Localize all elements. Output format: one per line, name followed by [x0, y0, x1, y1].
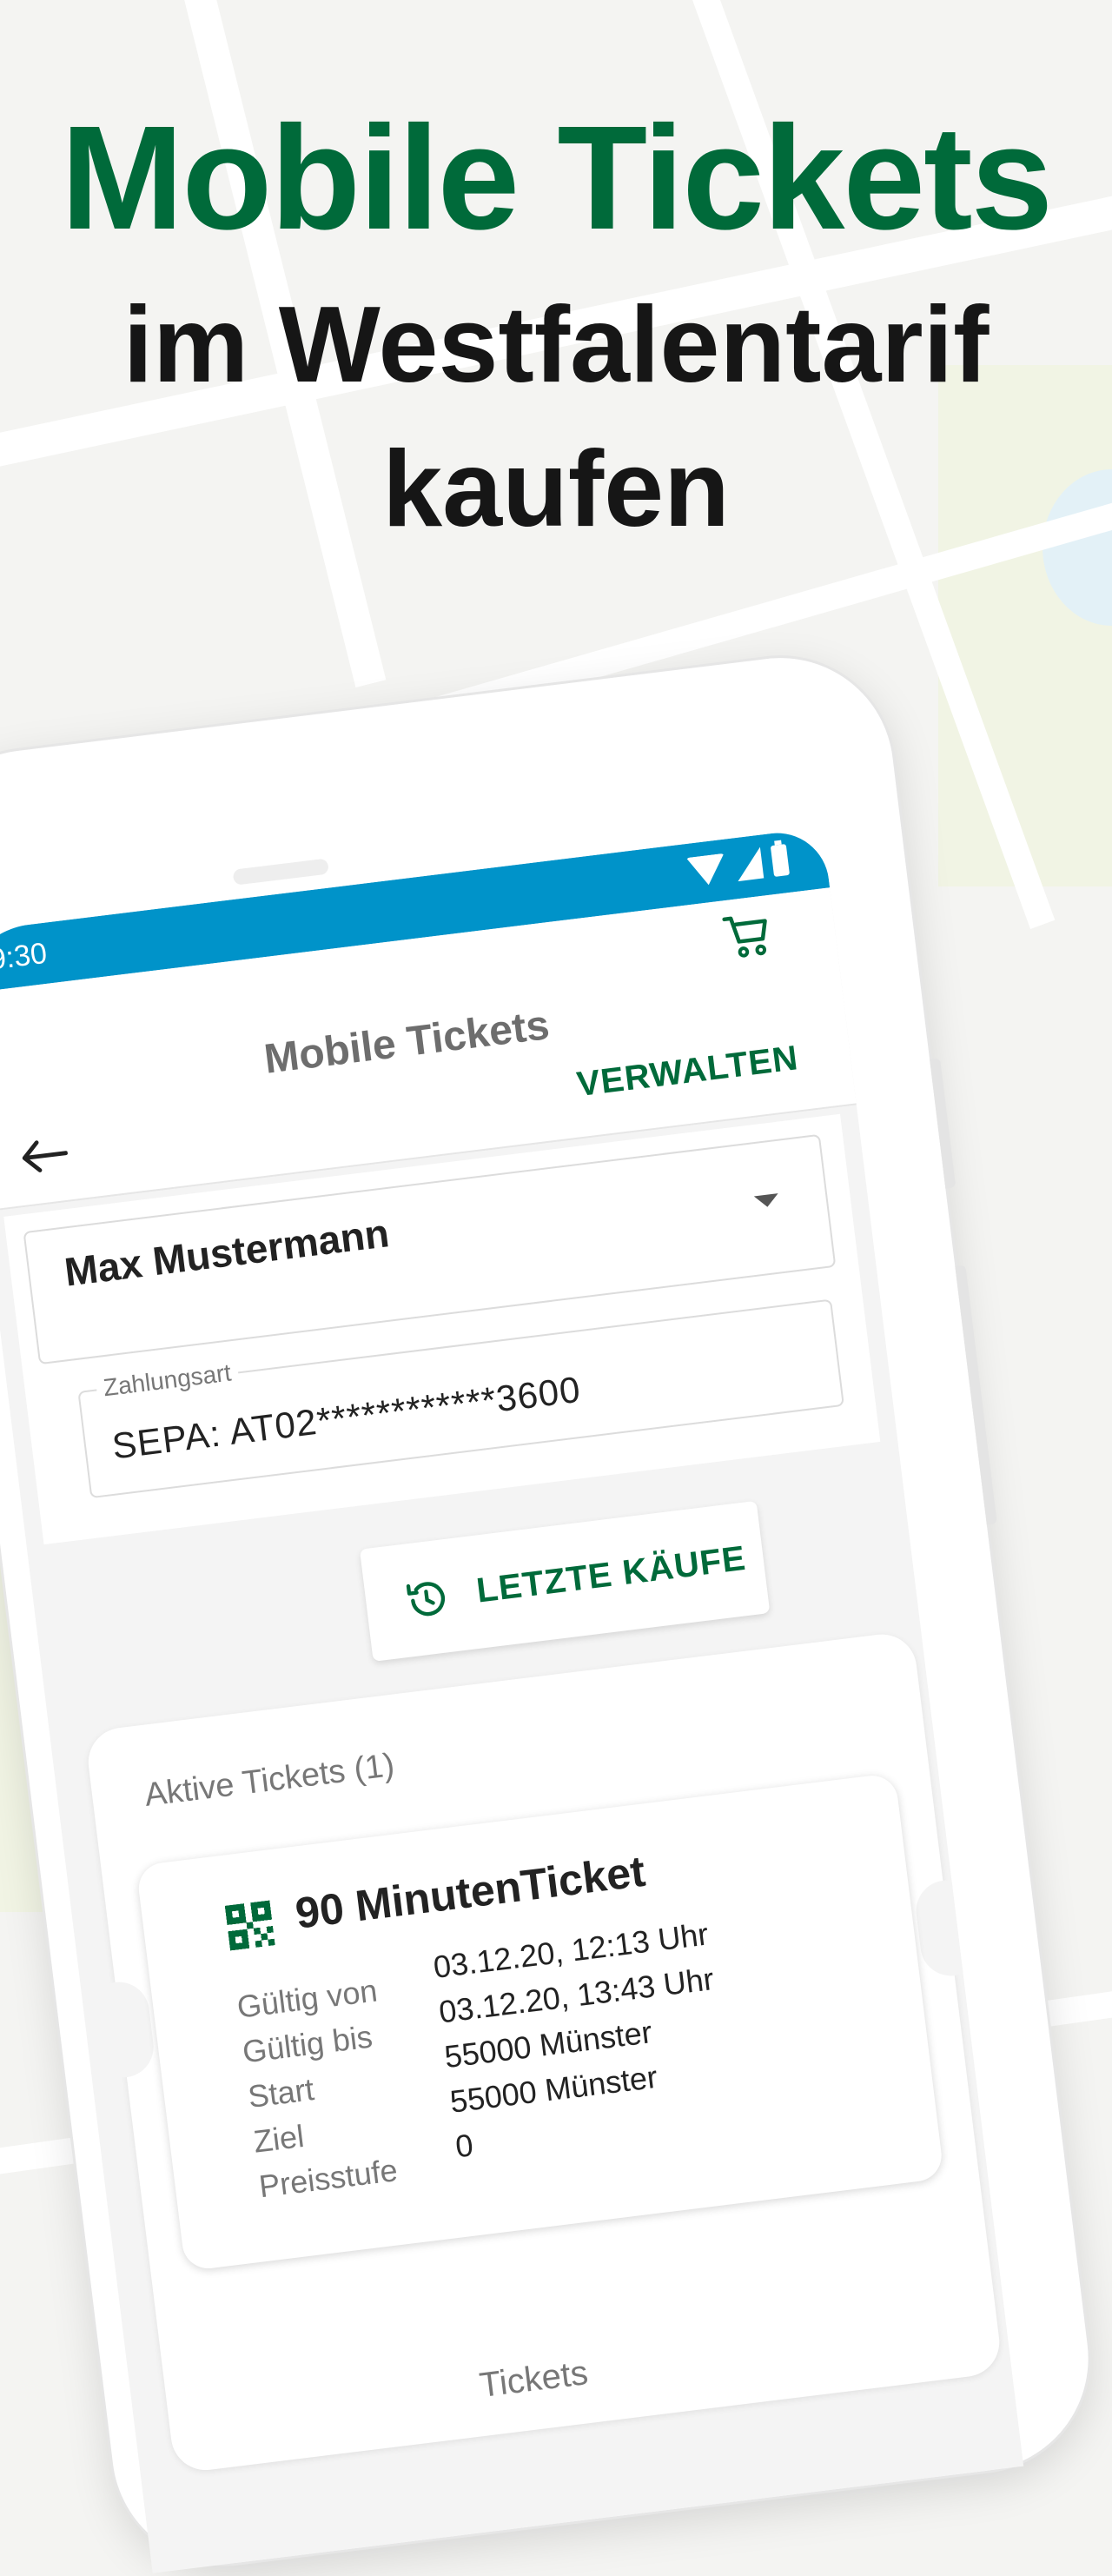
- ticket-notch: [84, 1978, 157, 2081]
- signal-icon: [734, 846, 764, 882]
- ticket-notch: [912, 1876, 985, 1980]
- app-screen: 9:30 Mobile Tickets VERWALTEN Max Muster…: [0, 827, 1024, 2573]
- last-purchases-label: LETZTE KÄUFE: [474, 1538, 749, 1610]
- wifi-icon: [685, 853, 728, 887]
- qr-code-icon: [224, 1900, 275, 1951]
- last-purchases-button[interactable]: LETZTE KÄUFE: [359, 1500, 771, 1662]
- hero-title: Mobile Tickets: [60, 96, 1053, 261]
- status-icons: [685, 844, 791, 887]
- tickets-section-label: Tickets: [477, 2354, 591, 2406]
- payment-method-label: Zahlungsart: [95, 1358, 240, 1404]
- user-name: Max Mustermann: [62, 1210, 392, 1295]
- manage-button[interactable]: VERWALTEN: [575, 1039, 801, 1105]
- status-time: 9:30: [0, 936, 50, 977]
- back-arrow-icon[interactable]: [17, 1136, 70, 1177]
- ticket-card[interactable]: 90 MinutenTicket Gültig von Gültig bis S…: [136, 1772, 945, 2272]
- ticket-field-labels: Gültig von Gültig bis Start Ziel Preisst…: [235, 1968, 402, 2209]
- hero-headline: Mobile Tickets im Westfalentarif kaufen: [0, 96, 1112, 561]
- dropdown-arrow-icon: [753, 1193, 780, 1209]
- active-tickets-header: Aktive Tickets (1): [142, 1747, 397, 1814]
- battery-icon: [770, 844, 791, 877]
- app-title: Mobile Tickets: [261, 1002, 553, 1083]
- cart-icon[interactable]: [719, 907, 778, 966]
- hero-subtitle-line2: kaufen: [382, 429, 730, 549]
- history-icon: [406, 1582, 445, 1617]
- ticket-field-values: 03.12.20, 12:13 Uhr 03.12.20, 13:43 Uhr …: [431, 1911, 733, 2169]
- active-tickets-panel: Aktive Tickets (1) 90 MinutenTicket Gült…: [84, 1630, 1003, 2474]
- hero-subtitle-line1: im Westfalentarif: [122, 285, 990, 405]
- phone-speaker: [232, 858, 329, 886]
